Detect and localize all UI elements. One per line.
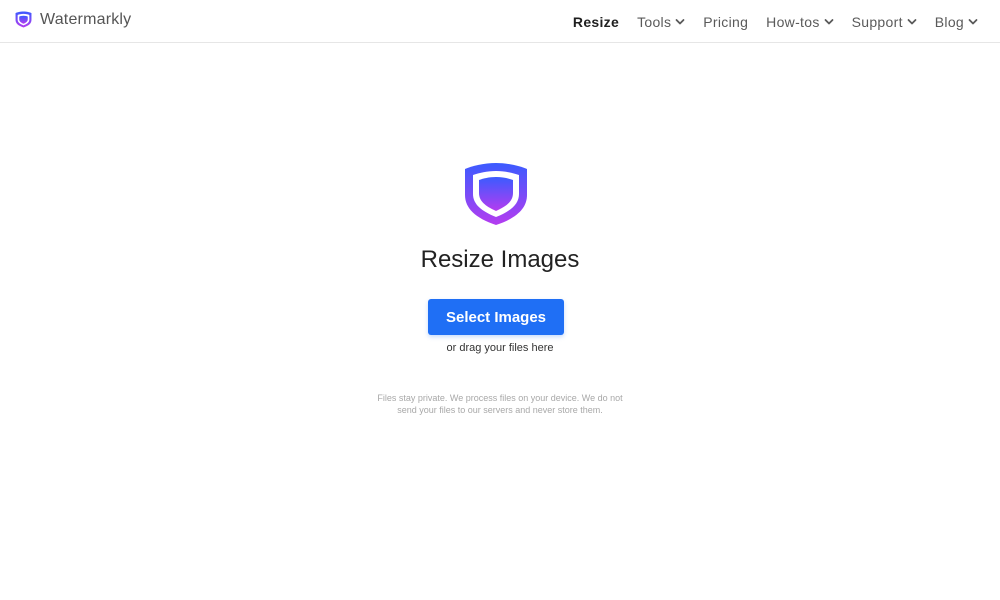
nav-item-blog[interactable]: Blog xyxy=(935,14,978,30)
chevron-down-icon xyxy=(968,18,978,24)
main-nav: Resize Tools Pricing How-tos Support Blo… xyxy=(555,0,978,43)
chevron-down-icon xyxy=(907,18,917,24)
nav-item-how-tos[interactable]: How-tos xyxy=(766,13,834,30)
nav-item-label: How-tos xyxy=(766,13,820,30)
chevron-down-icon xyxy=(824,18,834,24)
nav-item-label: Pricing xyxy=(703,13,749,30)
privacy-notice-line: Files stay private. We process files on … xyxy=(377,393,623,403)
nav-item-resize[interactable]: Resize xyxy=(573,14,619,30)
privacy-notice: Files stay private. We process files on … xyxy=(350,392,650,416)
brand-name: Watermarkly xyxy=(40,10,132,28)
privacy-notice-line: send your files to our servers and never… xyxy=(397,405,603,415)
nav-item-pricing[interactable]: Pricing xyxy=(703,14,748,30)
chevron-down-icon xyxy=(675,18,685,24)
drag-files-hint: or drag your files here xyxy=(446,342,554,354)
nav-item-label: Support xyxy=(851,13,903,30)
nav-item-label: Blog xyxy=(934,13,964,30)
select-images-button[interactable]: Select Images xyxy=(428,299,564,335)
shield-logo-icon xyxy=(15,11,32,28)
nav-item-tools[interactable]: Tools xyxy=(637,14,685,30)
nav-item-support[interactable]: Support xyxy=(852,14,917,30)
brand-logo-link[interactable]: Watermarkly xyxy=(15,10,131,29)
nav-item-label: Resize xyxy=(572,13,620,30)
top-navigation-bar: Watermarkly Resize Tools Pricing How-tos… xyxy=(0,0,1000,43)
page-title: Resize Images xyxy=(420,246,580,273)
shield-logo-icon xyxy=(465,163,527,225)
nav-item-label: Tools xyxy=(637,13,672,30)
